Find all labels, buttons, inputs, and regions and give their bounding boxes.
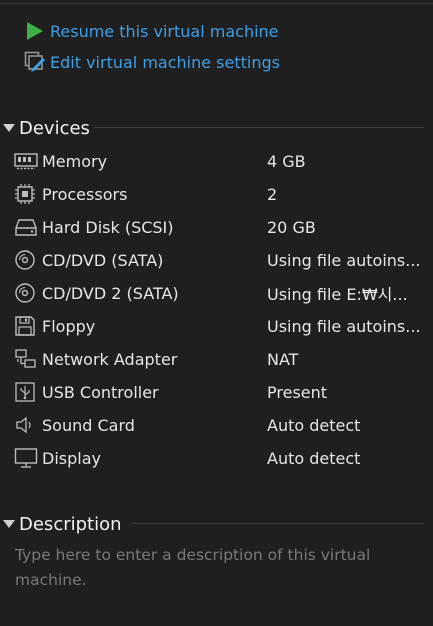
device-value: Using file autoins... xyxy=(267,250,421,270)
collapse-triangle-icon[interactable] xyxy=(2,517,16,531)
device-row-memory[interactable]: Memory 4 GB xyxy=(14,147,424,175)
device-row-hard-disk[interactable]: Hard Disk (SCSI) 20 GB xyxy=(14,213,424,241)
usb-controller-icon xyxy=(14,380,42,404)
cd-dvd-icon xyxy=(14,281,42,305)
device-name: Floppy xyxy=(42,316,96,336)
devices-section-header[interactable]: Devices xyxy=(2,116,90,140)
device-value: Auto detect xyxy=(267,448,361,468)
device-name: Memory xyxy=(42,151,108,171)
hard-disk-icon xyxy=(14,215,42,239)
memory-icon xyxy=(14,149,42,173)
device-row-processors[interactable]: Processors 2 xyxy=(14,180,424,208)
description-title: Description xyxy=(19,513,122,535)
section-divider xyxy=(94,127,424,128)
edit-settings-icon xyxy=(24,51,50,73)
devices-title: Devices xyxy=(19,117,90,139)
device-name: Sound Card xyxy=(42,415,135,435)
device-row-network-adapter[interactable]: Network Adapter NAT xyxy=(14,345,424,373)
edit-vm-settings-action[interactable]: Edit virtual machine settings xyxy=(24,50,280,74)
device-value: NAT xyxy=(267,349,299,369)
section-divider xyxy=(132,523,424,524)
description-textarea[interactable]: Type here to enter a description of this… xyxy=(15,543,420,593)
play-icon xyxy=(24,20,50,42)
display-icon xyxy=(14,446,42,470)
device-value: Auto detect xyxy=(267,415,361,435)
description-section-header[interactable]: Description xyxy=(2,512,122,536)
processor-icon xyxy=(14,182,42,206)
device-row-floppy[interactable]: Floppy Using file autoins... xyxy=(14,312,424,340)
device-value: Using file autoins... xyxy=(267,316,421,336)
device-value: 4 GB xyxy=(267,151,306,171)
sound-card-icon xyxy=(14,413,42,437)
device-row-sound-card[interactable]: Sound Card Auto detect xyxy=(14,411,424,439)
device-name: Processors xyxy=(42,184,128,204)
device-value: Using file E:₩시... xyxy=(267,285,408,304)
device-value: Present xyxy=(267,382,328,402)
device-row-cd-dvd[interactable]: CD/DVD (SATA) Using file autoins... xyxy=(14,246,424,274)
device-row-usb-controller[interactable]: USB Controller Present xyxy=(14,378,424,406)
device-value: 2 xyxy=(267,184,278,204)
top-border xyxy=(0,3,433,4)
device-row-cd-dvd-2[interactable]: CD/DVD 2 (SATA) Using file E:₩시... xyxy=(14,279,424,307)
device-name: CD/DVD 2 (SATA) xyxy=(42,283,179,303)
cd-dvd-icon xyxy=(14,248,42,272)
collapse-triangle-icon[interactable] xyxy=(2,121,16,135)
device-value: 20 GB xyxy=(267,217,316,237)
edit-vm-settings-label: Edit virtual machine settings xyxy=(50,52,280,72)
device-name: Hard Disk (SCSI) xyxy=(42,217,174,237)
resume-vm-label: Resume this virtual machine xyxy=(50,21,279,41)
device-row-display[interactable]: Display Auto detect xyxy=(14,444,424,472)
device-name: Network Adapter xyxy=(42,349,178,369)
network-adapter-icon xyxy=(14,347,42,371)
resume-vm-action[interactable]: Resume this virtual machine xyxy=(24,19,279,43)
device-name: Display xyxy=(42,448,101,468)
device-name: USB Controller xyxy=(42,382,159,402)
floppy-icon xyxy=(14,314,42,338)
device-name: CD/DVD (SATA) xyxy=(42,250,164,270)
